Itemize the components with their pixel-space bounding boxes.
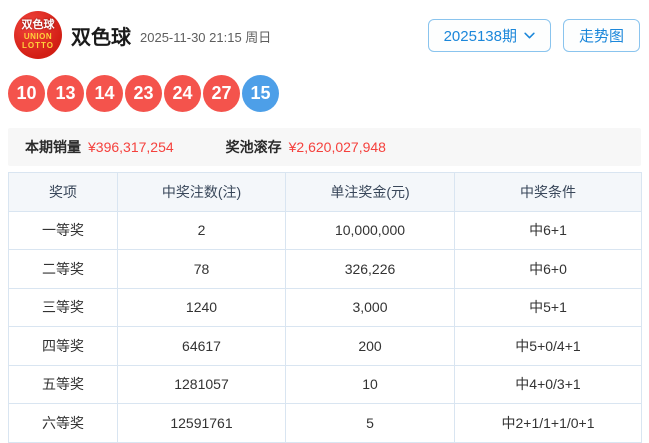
table-row: 五等奖 1281057 10 中4+0/3+1 [8, 364, 642, 404]
sales-label: 本期销量 [25, 139, 81, 155]
table-cell: 10,000,000 [285, 210, 455, 250]
table-cell: 200 [285, 326, 455, 366]
table-cell: 10 [285, 364, 455, 404]
logo-text-union: UNION [23, 32, 53, 41]
red-ball: 23 [125, 75, 162, 112]
table-cell: 中5+0/4+1 [454, 326, 642, 366]
pool-value: ¥2,620,027,948 [288, 139, 386, 155]
sales-value: ¥396,317,254 [88, 139, 174, 155]
table-cell: 三等奖 [8, 287, 118, 327]
table-row: 二等奖 78 326,226 中6+0 [8, 249, 642, 289]
period-select-button[interactable]: 2025138期 [427, 18, 551, 52]
red-ball: 24 [164, 75, 201, 112]
blue-ball: 15 [242, 75, 279, 112]
union-lotto-logo: 双色球 UNION LOTTO [14, 11, 62, 59]
table-cell: 12591761 [117, 403, 286, 443]
red-ball: 13 [47, 75, 84, 112]
prize-table-container: 奖项 中奖注数(注) 单注奖金(元) 中奖条件 一等奖 2 10,000,000 中6+1 二… [8, 172, 642, 443]
draw-datetime: 2025-11-30 21:15 周日 [140, 30, 272, 45]
prize-table: 奖项 中奖注数(注) 单注奖金(元) 中奖条件 一等奖 2 10,000,000 中6+1 二… [8, 172, 642, 443]
column-header: 中奖注数(注) [117, 172, 286, 212]
table-cell: 六等奖 [8, 403, 118, 443]
pool-label: 奖池滚存 [225, 139, 282, 155]
trend-chart-button[interactable]: 走势图 [562, 18, 640, 52]
logo-text-cn: 双色球 [21, 19, 55, 31]
column-header: 中奖条件 [454, 172, 642, 212]
page-header: 双色球 UNION LOTTO 双色球 2025-11-30 21:15 周日 … [0, 0, 649, 66]
table-row: 三等奖 1240 3,000 中5+1 [8, 287, 642, 327]
table-cell: 3,000 [285, 287, 455, 327]
logo-text-lotto: LOTTO [22, 41, 54, 50]
table-row: 六等奖 12591761 5 中2+1/1+1/0+1 [8, 403, 642, 443]
red-ball: 10 [8, 75, 45, 112]
page-title: 双色球 [71, 26, 131, 49]
prize-table-body: 一等奖 2 10,000,000 中6+1 二等奖 78 326,226 中6+0 三等奖 124… [8, 210, 642, 443]
table-cell: 中2+1/1+1/0+1 [454, 403, 642, 443]
table-cell: 中4+0/3+1 [454, 364, 642, 404]
table-cell: 中6+0 [454, 249, 642, 289]
table-cell: 5 [285, 403, 455, 443]
table-cell: 五等奖 [8, 364, 118, 404]
red-ball: 14 [86, 75, 123, 112]
table-cell: 1281057 [117, 364, 286, 404]
table-cell: 64617 [117, 326, 286, 366]
table-cell: 中6+1 [454, 210, 642, 250]
table-cell: 1240 [117, 287, 286, 327]
column-header: 单注奖金(元) [285, 172, 455, 212]
table-header-row: 奖项 中奖注数(注) 单注奖金(元) 中奖条件 [8, 172, 642, 212]
table-cell: 78 [117, 249, 286, 289]
table-cell: 326,226 [285, 249, 455, 289]
table-cell: 一等奖 [8, 210, 118, 250]
table-row: 四等奖 64617 200 中5+0/4+1 [8, 326, 642, 366]
trend-chart-label: 走势图 [578, 27, 624, 45]
table-cell: 中5+1 [454, 287, 642, 327]
table-cell: 二等奖 [8, 249, 118, 289]
summary-strip: 本期销量 ¥396,317,254 奖池滚存 ¥2,620,027,948 [8, 128, 641, 166]
red-ball: 27 [203, 75, 240, 112]
winning-balls-row: 10 13 14 23 24 27 15 [0, 66, 649, 113]
period-select-label: 2025138期 [443, 27, 517, 45]
table-cell: 四等奖 [8, 326, 118, 366]
table-cell: 2 [117, 210, 286, 250]
chevron-down-icon [524, 32, 535, 38]
column-header: 奖项 [8, 172, 118, 212]
table-row: 一等奖 2 10,000,000 中6+1 [8, 210, 642, 250]
